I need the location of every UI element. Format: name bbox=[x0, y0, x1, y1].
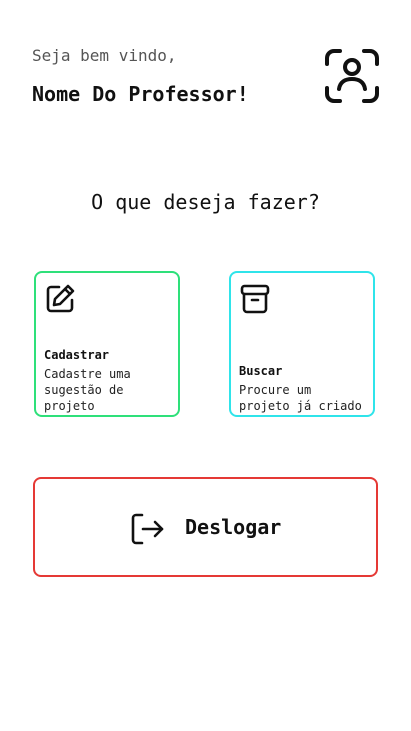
logout-icon bbox=[129, 511, 165, 547]
profile-button[interactable] bbox=[324, 48, 380, 104]
logout-label: Deslogar bbox=[185, 515, 282, 539]
register-card-description: Cadastre uma sugestão de projeto bbox=[44, 367, 131, 413]
logout-button[interactable]: Deslogar bbox=[33, 477, 378, 577]
archive-box-icon bbox=[239, 283, 271, 315]
edit-square-icon bbox=[44, 283, 76, 315]
user-name: Nome Do Professor! bbox=[32, 82, 249, 106]
search-card-title: Buscar bbox=[239, 364, 283, 378]
question-heading: O que deseja fazer? bbox=[91, 190, 320, 214]
face-id-user-icon bbox=[325, 49, 379, 103]
register-card-title: Cadastrar bbox=[44, 348, 110, 362]
search-card-button[interactable]: Buscar Procure um projeto já criado bbox=[229, 271, 375, 417]
search-card-description: Procure um projeto já criado bbox=[239, 383, 362, 413]
greeting-text: Seja bem vindo, bbox=[32, 46, 177, 65]
register-card-button[interactable]: Cadastrar Cadastre uma sugestão de proje… bbox=[34, 271, 180, 417]
